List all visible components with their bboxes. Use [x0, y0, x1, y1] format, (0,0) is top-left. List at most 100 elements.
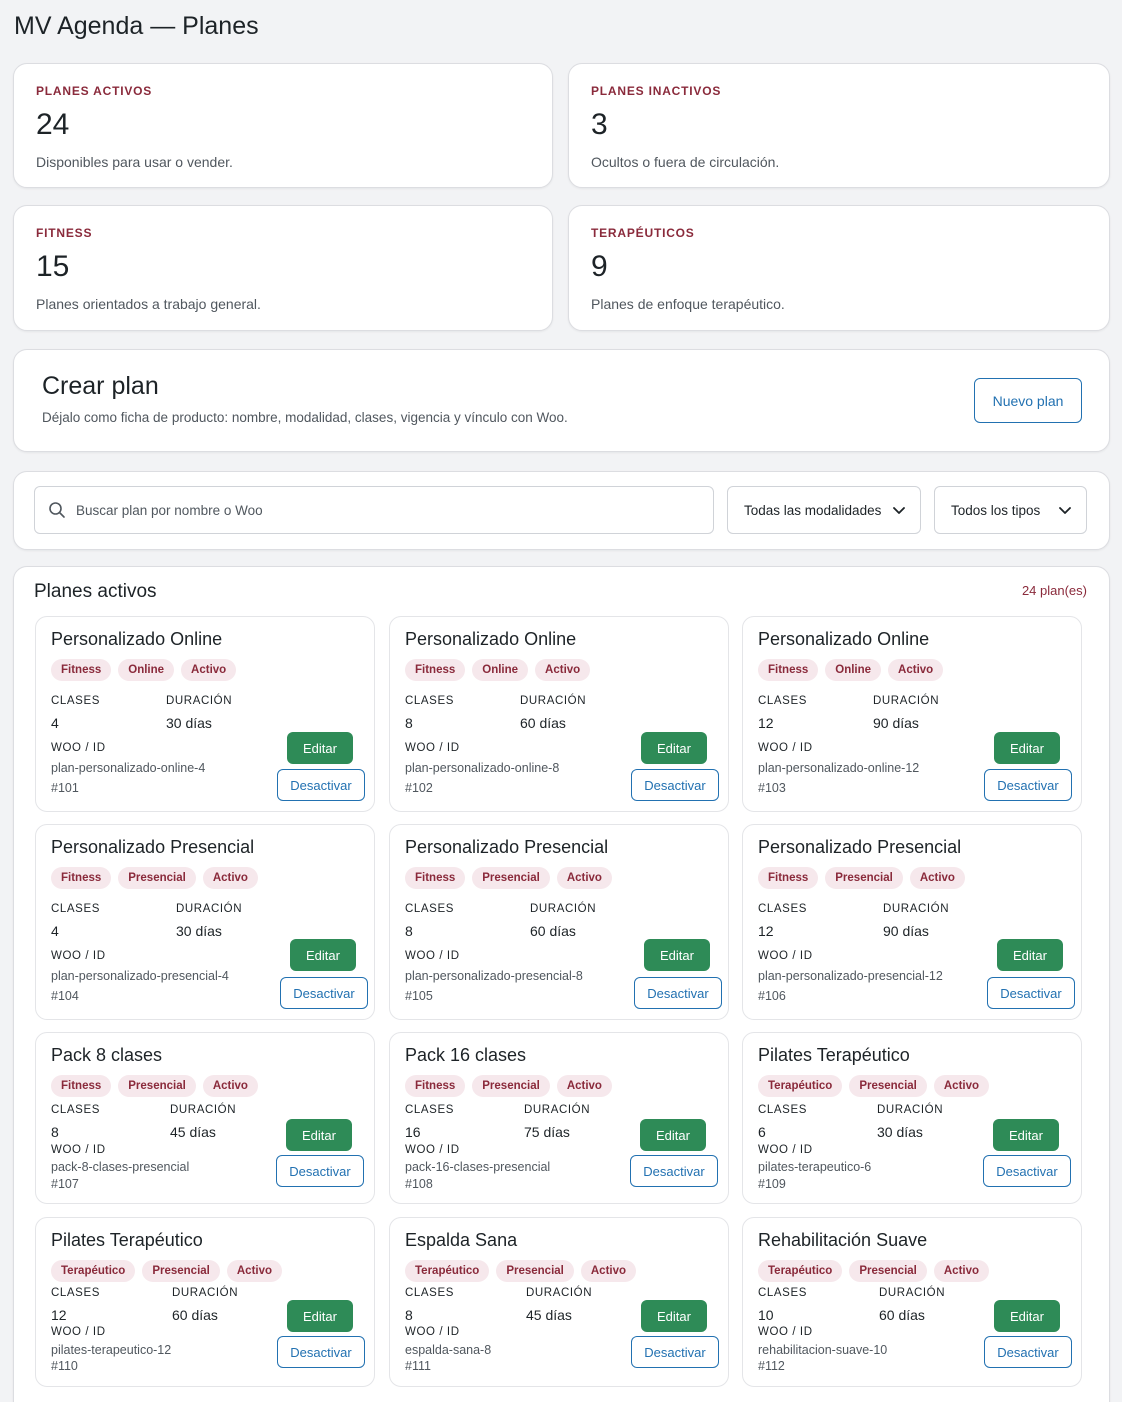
search-icon — [49, 502, 65, 518]
woo-id-label: WOO / ID — [51, 1326, 106, 1338]
woo-id-label: WOO / ID — [758, 950, 813, 962]
edit-button[interactable]: Editar — [994, 732, 1060, 764]
plan-card: Pilates Terapéutico Terapéutico Presencial… — [742, 1032, 1082, 1204]
plan-tag: Terapéutico — [758, 1075, 843, 1097]
plan-tag: Terapéutico — [758, 1260, 843, 1282]
deactivate-button[interactable]: Desactivar — [983, 1155, 1071, 1187]
plan-tag: Activo — [909, 867, 965, 889]
plan-tag: Fitness — [405, 1075, 466, 1097]
woo-slug: plan-personalizado-presencial-12 — [758, 969, 943, 983]
clases-label: CLASES — [51, 1104, 100, 1116]
plan-card: Personalizado Presencial Fitness Presencia… — [389, 824, 729, 1020]
duracion-label: DURACIÓN — [524, 1104, 591, 1116]
clases-label: CLASES — [405, 695, 454, 707]
plan-tags: Fitness Online Activo — [405, 659, 591, 681]
plan-id: #106 — [758, 989, 786, 1003]
stat-desc: Ocultos o fuera de circulación. — [591, 154, 780, 170]
plan-tag: Terapéutico — [405, 1260, 490, 1282]
plan-name: Espalda Sana — [405, 1230, 518, 1250]
plan-tag: Activo — [556, 1075, 612, 1097]
plan-card: Personalizado Online Fitness Online Activo C… — [35, 616, 375, 812]
woo-id-label: WOO / ID — [51, 742, 106, 754]
deactivate-button[interactable]: Desactivar — [630, 1155, 718, 1187]
edit-button[interactable]: Editar — [993, 1119, 1059, 1151]
tipo-select[interactable]: Todos los tipos — [934, 486, 1087, 534]
plan-id: #109 — [758, 1177, 786, 1191]
clases-label: CLASES — [405, 903, 454, 915]
stat-value: 3 — [591, 108, 608, 141]
clases-label: CLASES — [51, 903, 100, 915]
plan-id: #108 — [405, 1177, 433, 1191]
woo-id-label: WOO / ID — [405, 1326, 460, 1338]
deactivate-button[interactable]: Desactivar — [631, 1336, 719, 1368]
plan-tags: Terapéutico Presencial Activo — [51, 1260, 283, 1282]
new-plan-button[interactable]: Nuevo plan — [974, 378, 1082, 423]
plan-tags: Fitness Presencial Activo — [758, 867, 965, 889]
woo-id-label: WOO / ID — [405, 742, 460, 754]
stat-desc: Disponibles para usar o vender. — [36, 154, 233, 170]
edit-button[interactable]: Editar — [290, 939, 356, 971]
duracion-label: DURACIÓN — [873, 695, 940, 707]
stat-label: FITNESS — [36, 226, 93, 240]
plan-tag: Fitness — [405, 867, 466, 889]
plan-name: Personalizado Online — [51, 629, 223, 649]
deactivate-button[interactable]: Desactivar — [984, 769, 1072, 801]
plan-tag: Presencial — [142, 1260, 220, 1282]
edit-button[interactable]: Editar — [640, 1119, 706, 1151]
duracion-value: 45 días — [526, 1307, 572, 1323]
plan-tag: Presencial — [496, 1260, 574, 1282]
edit-button[interactable]: Editar — [994, 1300, 1060, 1332]
plan-tags: Terapéutico Presencial Activo — [405, 1260, 637, 1282]
woo-slug: pilates-terapeutico-12 — [51, 1343, 172, 1357]
woo-slug: plan-personalizado-online-12 — [758, 761, 920, 775]
duracion-value: 60 días — [520, 715, 566, 731]
woo-id-label: WOO / ID — [405, 1144, 460, 1156]
clases-label: CLASES — [758, 695, 807, 707]
create-plan-desc: Déjalo como ficha de producto: nombre, m… — [42, 410, 568, 425]
plan-card: Personalizado Online Fitness Online Activo C… — [742, 616, 1082, 812]
deactivate-button[interactable]: Desactivar — [277, 1336, 365, 1368]
duracion-value: 30 días — [877, 1124, 923, 1140]
edit-button[interactable]: Editar — [286, 1119, 352, 1151]
duracion-value: 30 días — [166, 715, 212, 731]
search-input[interactable]: Buscar plan por nombre o Woo — [34, 486, 714, 534]
stat-label: TERAPÉUTICOS — [591, 226, 695, 240]
woo-id-label: WOO / ID — [51, 950, 106, 962]
plan-tag: Fitness — [758, 867, 819, 889]
woo-slug: pack-16-clases-presencial — [405, 1160, 551, 1174]
deactivate-button[interactable]: Desactivar — [634, 977, 722, 1009]
plan-tag: Presencial — [849, 1075, 927, 1097]
stat-desc: Planes de enfoque terapéutico. — [591, 296, 785, 312]
edit-button[interactable]: Editar — [644, 939, 710, 971]
deactivate-button[interactable]: Desactivar — [631, 769, 719, 801]
edit-button[interactable]: Editar — [287, 1300, 353, 1332]
deactivate-button[interactable]: Desactivar — [276, 1155, 364, 1187]
plan-tag: Activo — [888, 659, 944, 681]
woo-id-label: WOO / ID — [758, 1326, 813, 1338]
plan-tag: Activo — [226, 1260, 283, 1282]
edit-button[interactable]: Editar — [641, 732, 707, 764]
deactivate-button[interactable]: Desactivar — [277, 769, 365, 801]
duracion-label: DURACIÓN — [170, 1104, 237, 1116]
clases-value: 12 — [758, 715, 774, 731]
plan-tag: Fitness — [51, 867, 112, 889]
duracion-value: 90 días — [873, 715, 919, 731]
plan-name: Personalizado Presencial — [758, 837, 962, 857]
modalidad-select[interactable]: Todas las modalidades — [727, 486, 921, 534]
woo-id-label: WOO / ID — [758, 742, 813, 754]
deactivate-button[interactable]: Desactivar — [984, 1336, 1072, 1368]
plan-tag: Presencial — [118, 867, 196, 889]
edit-button[interactable]: Editar — [997, 939, 1063, 971]
woo-slug: plan-personalizado-online-8 — [405, 761, 560, 775]
woo-slug: espalda-sana-8 — [405, 1343, 492, 1357]
plan-tags: Fitness Presencial Activo — [51, 1075, 258, 1097]
deactivate-button[interactable]: Desactivar — [987, 977, 1075, 1009]
plan-tag: Presencial — [825, 867, 903, 889]
plan-tag: Activo — [202, 867, 258, 889]
deactivate-button[interactable]: Desactivar — [280, 977, 368, 1009]
edit-button[interactable]: Editar — [641, 1300, 707, 1332]
duracion-label: DURACIÓN — [530, 903, 597, 915]
edit-button[interactable]: Editar — [287, 732, 353, 764]
duracion-label: DURACIÓN — [879, 1287, 946, 1299]
plan-tags: Fitness Online Activo — [758, 659, 944, 681]
